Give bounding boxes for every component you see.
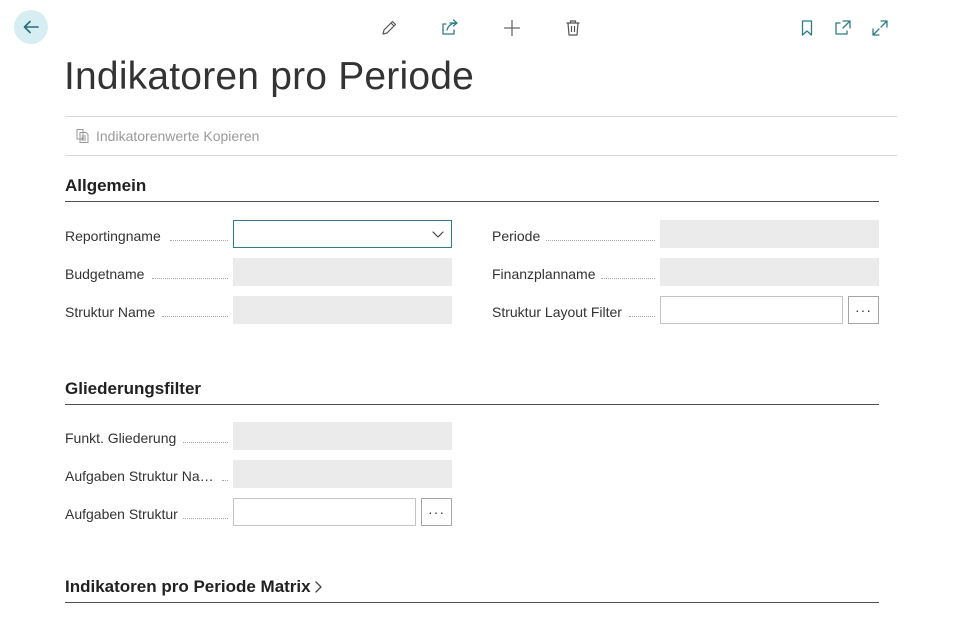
bookmark-icon bbox=[801, 20, 813, 36]
funkt-gliederung-field bbox=[233, 422, 452, 450]
copy-indicator-values-action[interactable]: Indikatorenwerte Kopieren bbox=[75, 128, 259, 144]
expand-button[interactable] bbox=[869, 17, 891, 39]
copy-indicator-values-label: Indikatorenwerte Kopieren bbox=[96, 128, 260, 144]
periode-field bbox=[660, 220, 879, 248]
aufgaben-struktur-lookup-button[interactable]: ··· bbox=[421, 498, 452, 526]
new-button[interactable] bbox=[501, 17, 523, 39]
struktur-layout-filter-input[interactable] bbox=[660, 296, 843, 324]
budgetname-field bbox=[233, 258, 452, 286]
chevron-right-icon bbox=[314, 581, 322, 593]
section-title-matrix: Indikatoren pro Periode Matrix bbox=[65, 577, 311, 596]
periode-label: Periode bbox=[492, 228, 541, 244]
open-in-new-icon bbox=[835, 20, 851, 35]
back-arrow-icon bbox=[23, 20, 39, 34]
section-header-matrix[interactable]: Indikatoren pro Periode Matrix bbox=[65, 577, 879, 603]
leader-dots bbox=[546, 240, 655, 241]
leader-dots bbox=[170, 240, 228, 241]
aufgaben-struktur-input[interactable] bbox=[233, 498, 416, 526]
leader-dots bbox=[222, 480, 228, 481]
section-title-gliederungsfilter: Gliederungsfilter bbox=[65, 379, 202, 398]
share-icon bbox=[442, 19, 458, 35]
struktur-name-field bbox=[233, 296, 452, 324]
leader-dots bbox=[183, 442, 228, 443]
leader-dots bbox=[152, 278, 228, 279]
leader-dots bbox=[601, 278, 655, 279]
leader-dots bbox=[162, 316, 228, 317]
struktur-layout-filter-label: Struktur Layout Filter bbox=[492, 304, 622, 320]
aufgaben-struktur-name-label: Aufgaben Struktur Na… bbox=[65, 468, 214, 484]
chevron-down-icon bbox=[432, 231, 444, 238]
trash-icon bbox=[566, 20, 580, 36]
finanzplanname-field bbox=[660, 258, 879, 286]
finanzplanname-label: Finanzplanname bbox=[492, 266, 596, 282]
funkt-gliederung-label: Funkt. Gliederung bbox=[65, 430, 177, 446]
delete-button[interactable] bbox=[562, 17, 584, 39]
aufgaben-struktur-label: Aufgaben Struktur bbox=[65, 506, 178, 522]
budgetname-label: Budgetname bbox=[65, 266, 145, 282]
plus-icon bbox=[503, 19, 521, 37]
open-new-window-button[interactable] bbox=[832, 17, 854, 39]
pencil-icon bbox=[382, 20, 397, 35]
section-header-allgemein[interactable]: Allgemein bbox=[65, 176, 879, 202]
page-title: Indikatoren pro Periode bbox=[64, 55, 475, 98]
edit-button[interactable] bbox=[378, 17, 400, 39]
aufgaben-struktur-name-field bbox=[233, 460, 452, 488]
struktur-name-label: Struktur Name bbox=[65, 304, 156, 320]
copy-icon bbox=[76, 129, 89, 143]
reportingname-label: Reportingname bbox=[65, 228, 161, 244]
section-header-gliederungsfilter[interactable]: Gliederungsfilter bbox=[65, 379, 879, 405]
back-button[interactable] bbox=[14, 10, 48, 44]
action-bar: Indikatorenwerte Kopieren bbox=[65, 116, 897, 156]
expand-icon bbox=[872, 20, 888, 36]
reportingname-select[interactable] bbox=[233, 220, 452, 248]
leader-dots bbox=[629, 316, 655, 317]
bookmark-button[interactable] bbox=[796, 17, 818, 39]
share-button[interactable] bbox=[439, 17, 461, 39]
section-title-allgemein: Allgemein bbox=[65, 176, 147, 195]
leader-dots bbox=[183, 518, 228, 519]
struktur-layout-filter-lookup-button[interactable]: ··· bbox=[848, 296, 879, 324]
